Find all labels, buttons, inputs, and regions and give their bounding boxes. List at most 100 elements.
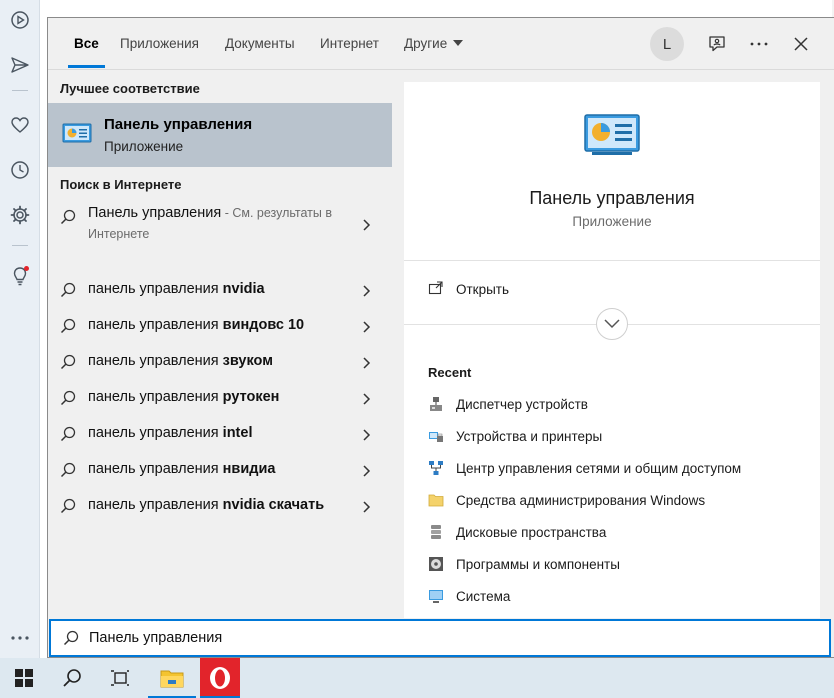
more-options-button[interactable] [744,29,774,59]
folder-icon [160,670,184,688]
taskbar [0,658,834,698]
more-dots-icon[interactable] [8,626,32,650]
opera-button[interactable] [200,658,240,698]
chevron-right-icon [361,392,371,410]
windows-logo-icon [15,669,33,687]
suggestion-text: панель управления nvidia [88,281,265,297]
task-view-button[interactable] [96,658,144,698]
devices-printers-icon [428,428,444,444]
storage-spaces-icon [428,524,444,540]
filter-tabs: Все Приложения Документы Интернет Другие… [48,18,834,70]
search-icon [60,426,76,447]
suggestion-text: панель управления nvidia скачать [88,497,324,513]
suggestion-prefix: панель управления [88,497,223,513]
control-panel-icon [62,122,92,151]
suggestion-prefix: панель управления [88,281,223,297]
desktop: Все Приложения Документы Интернет Другие… [0,0,834,698]
taskbar-search-button[interactable] [48,658,96,698]
search-input[interactable] [89,627,789,649]
tab-internet[interactable]: Интернет [320,36,379,68]
web-suggestion-item[interactable]: панель управления nvidia скачать [48,488,392,524]
detail-title: Панель управления [529,188,695,208]
file-explorer-button[interactable] [148,658,196,698]
tab-other[interactable]: Другие [404,36,464,68]
browser-sidebar [0,0,40,658]
ellipsis-icon [750,42,768,46]
device-manager-icon [428,396,444,412]
best-match-heading: Лучшее соответствие [60,81,200,96]
web-suggestion-item[interactable]: панель управления виндовс 10 [48,308,392,344]
recent-item-label: Программы и компоненты [456,557,620,572]
suggestion-completion: nvidia [222,281,265,297]
detail-subtitle: Приложение [572,214,652,229]
best-match-item[interactable]: Панель управления Приложение [48,103,392,167]
tab-apps[interactable]: Приложения [120,36,199,68]
suggestion-prefix: панель управления [88,353,223,369]
suggestion-prefix: панель управления [88,317,223,333]
best-match-title: Панель управления [104,116,253,133]
caret-down-icon [453,40,464,46]
web-result-text: Панель управления - См. результаты в Инт… [88,203,348,245]
web-result-item[interactable]: Панель управления - См. результаты в Инт… [48,199,392,255]
send-icon[interactable] [8,53,32,77]
web-suggestion-item[interactable]: панель управления рутокен [48,380,392,416]
suggestion-text: панель управления intel [88,425,252,441]
suggestion-text: панель управления рутокен [88,389,279,405]
open-action[interactable]: Открыть [428,280,509,299]
task-view-icon [111,670,129,686]
suggestion-text: панель управления звуком [88,353,273,369]
web-suggestion-item[interactable]: панель управления nvidia [48,272,392,308]
recent-item-label: Система [456,589,511,604]
tab-other-label: Другие [404,36,448,51]
search-icon [60,462,76,483]
feedback-button[interactable] [702,29,732,59]
control-panel-large-icon [584,114,640,161]
suggestion-prefix: панель управления [88,425,223,441]
recent-item-label: Дисковые пространства [456,525,607,540]
lightbulb-icon[interactable] [8,264,32,288]
recent-heading: Recent [428,365,472,380]
start-button[interactable] [0,658,48,698]
search-flyout: Все Приложения Документы Интернет Другие… [47,17,834,658]
web-suggestion-item[interactable]: панель управления intel [48,416,392,452]
web-suggestion-item[interactable]: панель управления звуком [48,344,392,380]
settings-gear-icon[interactable] [8,203,32,227]
search-icon [63,630,79,651]
chevron-right-icon [361,464,371,482]
expand-button[interactable] [596,308,628,340]
chevron-down-icon [604,319,620,329]
search-icon [60,354,76,375]
suggestion-prefix: панель управления [88,389,223,405]
sidebar-divider [12,245,28,246]
search-icon [63,669,81,687]
recent-item-label: Устройства и принтеры [456,429,603,444]
search-icon [60,318,76,339]
tab-documents[interactable]: Документы [225,36,295,68]
chevron-right-icon [361,284,371,302]
sidebar-divider [12,90,28,91]
close-button[interactable] [786,29,816,59]
chevron-right-icon [361,356,371,374]
chevron-right-icon [361,218,371,236]
web-suggestion-item[interactable]: панель управления нвидиа [48,452,392,488]
suggestion-text: панель управления нвидиа [88,461,275,477]
search-icon [60,498,76,519]
folder-icon [428,492,444,508]
tab-all[interactable]: Все [68,36,105,68]
history-icon[interactable] [8,158,32,182]
suggestion-completion: звуком [222,353,273,369]
web-result-query: Панель управления [88,205,222,221]
search-box[interactable] [49,619,831,657]
opera-logo-icon [210,667,230,689]
heart-icon[interactable] [8,113,32,137]
network-center-icon [428,460,444,476]
search-icon [60,390,76,411]
suggestion-completion: intel [222,425,253,441]
play-icon[interactable] [8,8,32,32]
avatar[interactable]: L [650,27,684,61]
suggestion-prefix: панель управления [88,461,223,477]
detail-pane: Панель управления Приложение Открыть Rec… [404,82,820,618]
recent-item-label: Средства администрирования Windows [456,493,706,508]
best-match-subtitle: Приложение [104,139,184,154]
search-icon [60,282,76,303]
